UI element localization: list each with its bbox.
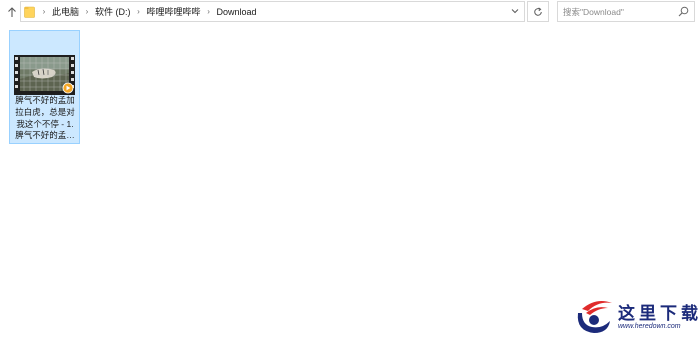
- chevron-down-icon: [511, 9, 519, 14]
- breadcrumb-bilibili-folder[interactable]: 哔哩哔哩哔哔: [146, 5, 202, 18]
- address-bar[interactable]: › 此电脑 › 软件 (D:) › 哔哩哔哩哔哔 › Download: [20, 1, 525, 22]
- search-icon[interactable]: [678, 6, 689, 17]
- breadcrumb-drive-d[interactable]: 软件 (D:): [94, 5, 132, 18]
- chevron-right-icon[interactable]: ›: [80, 7, 94, 16]
- refresh-icon: [534, 6, 542, 16]
- file-name-label: 脾气不好的孟加拉白虎，总是对我这个不停 - 1.脾气不好的孟…: [15, 95, 75, 141]
- address-history-dropdown[interactable]: [510, 6, 520, 16]
- breadcrumb-this-pc[interactable]: 此电脑: [51, 5, 80, 18]
- search-input[interactable]: [558, 2, 678, 21]
- breadcrumb: › 此电脑 › 软件 (D:) › 哔哩哔哩哔哔 › Download: [37, 2, 258, 21]
- chevron-right-icon[interactable]: ›: [37, 7, 51, 16]
- video-file-item[interactable]: 脾气不好的孟加拉白虎，总是对我这个不停 - 1.脾气不好的孟…: [9, 30, 80, 144]
- chevron-right-icon[interactable]: ›: [202, 7, 216, 16]
- up-arrow-icon: [8, 6, 16, 17]
- breadcrumb-download[interactable]: Download: [216, 7, 258, 17]
- chevron-right-icon[interactable]: ›: [132, 7, 146, 16]
- logo-mark-icon: [577, 301, 612, 333]
- search-box[interactable]: [557, 1, 695, 22]
- watermark-url-text: www.heredown.com: [618, 323, 681, 330]
- folder-icon: [24, 6, 35, 18]
- video-thumbnail: [14, 55, 75, 95]
- navigation-bar: › 此电脑 › 软件 (D:) › 哔哩哔哩哔哔 › Download: [0, 0, 700, 24]
- watermark-brand-text: 这里下载: [618, 304, 700, 324]
- site-watermark-logo: 这里下载 www.heredown.com: [570, 295, 698, 337]
- up-arrow-button[interactable]: [4, 4, 20, 20]
- refresh-button[interactable]: [527, 1, 549, 22]
